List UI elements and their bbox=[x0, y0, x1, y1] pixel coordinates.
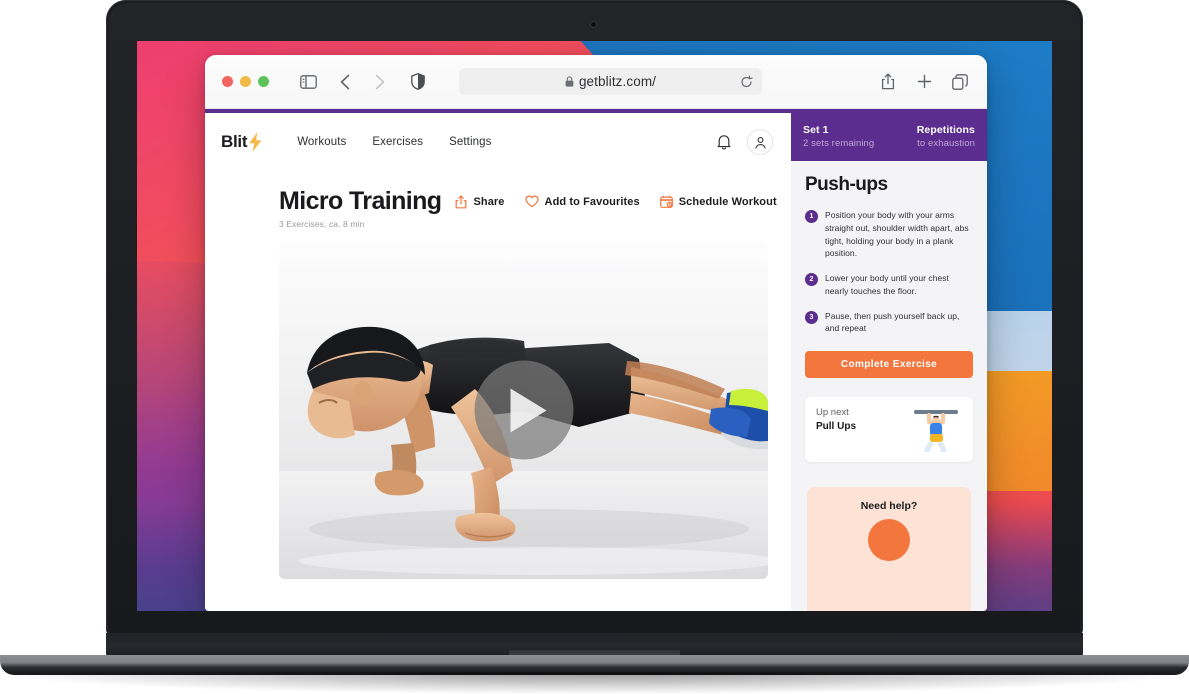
url-text: getblitz.com/ bbox=[578, 74, 657, 89]
sidebar-toggle-icon[interactable] bbox=[297, 71, 319, 93]
close-window-button[interactable] bbox=[222, 76, 233, 87]
need-help-title: Need help? bbox=[860, 500, 918, 512]
site-logo[interactable]: Blit bbox=[221, 132, 263, 152]
browser-toolbar: getblitz.com/ bbox=[205, 55, 987, 109]
workout-actions: Share Add to Favourites Schedule Workout bbox=[455, 194, 777, 209]
complete-exercise-button[interactable]: Complete Exercise bbox=[805, 351, 973, 378]
step-number-badge: 2 bbox=[805, 273, 818, 286]
plus-icon[interactable] bbox=[913, 71, 935, 93]
maximize-window-button[interactable] bbox=[258, 76, 269, 87]
add-to-favourites-label: Add to Favourites bbox=[544, 195, 640, 208]
page-title: Micro Training bbox=[279, 187, 442, 215]
laptop-mockup: getblitz.com/ Blit Workouts Exercises Se… bbox=[0, 0, 1189, 694]
share-button[interactable]: Share bbox=[455, 194, 505, 209]
window-controls bbox=[222, 76, 269, 87]
browser-window: getblitz.com/ Blit Workouts Exercises Se… bbox=[205, 55, 987, 611]
nav-item-workouts[interactable]: Workouts bbox=[297, 136, 346, 148]
set-header: Set 1 2 sets remaining Repetitions to ex… bbox=[791, 113, 987, 161]
repetitions-label: Repetitions bbox=[916, 124, 975, 136]
nav-item-exercises[interactable]: Exercises bbox=[372, 136, 423, 148]
exercise-step: 3 Pause, then push yourself back up, and… bbox=[805, 310, 973, 336]
minimize-window-button[interactable] bbox=[240, 76, 251, 87]
step-number-badge: 3 bbox=[805, 310, 818, 324]
up-next-text: Up next Pull Ups bbox=[816, 407, 856, 432]
workout-content: Micro Training Share Add to Favourites S… bbox=[205, 171, 791, 579]
page-content: Blit Workouts Exercises Settings Micro T… bbox=[205, 113, 987, 611]
share-label: Share bbox=[473, 195, 505, 208]
nav-item-settings[interactable]: Settings bbox=[449, 136, 491, 148]
heart-icon bbox=[524, 195, 539, 208]
step-text: Pause, then push yourself back up, and r… bbox=[825, 310, 960, 334]
address-bar[interactable]: getblitz.com/ bbox=[459, 68, 762, 95]
support-avatar-icon[interactable] bbox=[868, 519, 910, 561]
exercise-steps: 1 Position your body with your arms stra… bbox=[805, 209, 973, 335]
calendar-clock-icon bbox=[659, 195, 673, 208]
exercise-video-player[interactable] bbox=[279, 241, 768, 579]
share-icon[interactable] bbox=[877, 71, 899, 93]
laptop-drop-shadow bbox=[0, 672, 1189, 694]
lock-icon bbox=[565, 76, 574, 87]
back-icon[interactable] bbox=[334, 71, 356, 93]
main-column: Blit Workouts Exercises Settings Micro T… bbox=[205, 113, 791, 611]
exercise-sidebar: Set 1 2 sets remaining Repetitions to ex… bbox=[791, 113, 987, 611]
schedule-workout-label: Schedule Workout bbox=[678, 195, 777, 208]
user-avatar-icon[interactable] bbox=[747, 129, 773, 155]
exercise-title: Push-ups bbox=[805, 174, 888, 195]
play-button-icon[interactable] bbox=[474, 360, 573, 460]
tab-overview-icon[interactable] bbox=[949, 71, 971, 93]
workout-title-row: Micro Training Share Add to Favourites S… bbox=[279, 189, 791, 214]
set-info: Set 1 2 sets remaining bbox=[803, 124, 874, 149]
reload-icon[interactable] bbox=[740, 75, 753, 88]
webcam-icon bbox=[590, 21, 597, 28]
lightning-bolt-icon bbox=[248, 132, 263, 152]
up-next-card[interactable]: Up next Pull Ups bbox=[805, 397, 973, 462]
laptop-screen: getblitz.com/ Blit Workouts Exercises Se… bbox=[137, 41, 1052, 611]
navbar-right bbox=[717, 129, 773, 155]
step-text: Lower your body until your chest nearly … bbox=[825, 273, 949, 296]
up-next-exercise-name: Pull Ups bbox=[816, 421, 857, 432]
exercise-details: Push-ups 1 Position your body with your … bbox=[791, 161, 987, 347]
reps-info: Repetitions to exhaustion bbox=[917, 124, 975, 149]
site-navbar: Blit Workouts Exercises Settings bbox=[205, 113, 791, 171]
toolbar-right-actions bbox=[877, 71, 971, 93]
shield-icon[interactable] bbox=[407, 71, 429, 93]
bell-icon[interactable] bbox=[717, 134, 731, 150]
forward-icon[interactable] bbox=[369, 71, 391, 93]
exercise-step: 2 Lower your body until your chest nearl… bbox=[805, 272, 973, 298]
sets-remaining-label: 2 sets remaining bbox=[803, 138, 875, 149]
share-upload-icon bbox=[455, 194, 467, 209]
workout-subtitle: 3 Exercises, ca. 8 min bbox=[279, 219, 365, 229]
exercise-step: 1 Position your body with your arms stra… bbox=[805, 209, 973, 260]
set-label: Set 1 bbox=[803, 124, 829, 136]
schedule-workout-button[interactable]: Schedule Workout bbox=[659, 195, 777, 208]
up-next-label: Up next bbox=[816, 407, 849, 418]
step-text: Position your body with your arms straig… bbox=[825, 210, 969, 259]
pull-up-figure-icon bbox=[910, 407, 962, 455]
add-to-favourites-button[interactable]: Add to Favourites bbox=[524, 195, 640, 208]
step-number-badge: 1 bbox=[805, 210, 818, 223]
repetitions-sub-label: to exhaustion bbox=[917, 138, 975, 149]
nav-links: Workouts Exercises Settings bbox=[297, 136, 491, 148]
need-help-card[interactable]: Need help? bbox=[807, 487, 971, 611]
logo-text: Blit bbox=[221, 132, 248, 151]
